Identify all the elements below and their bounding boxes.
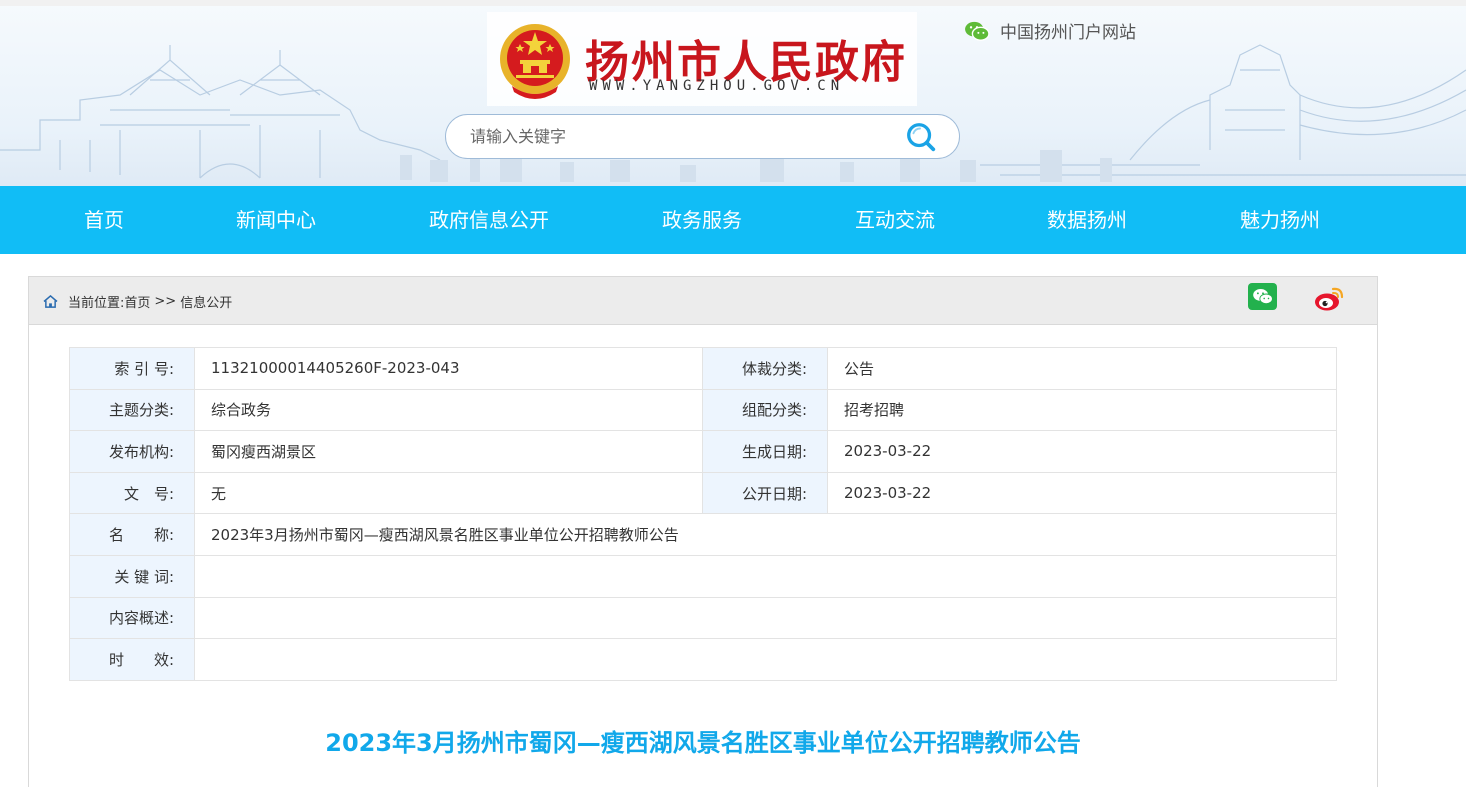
nav-item-interaction[interactable]: 互动交流	[855, 186, 935, 254]
keywords-label: 关 键 词:	[69, 554, 195, 598]
nav-item-charm[interactable]: 魅力扬州	[1240, 186, 1320, 254]
keywords-value	[194, 554, 1337, 598]
search-button[interactable]	[902, 119, 940, 155]
nav-item-data[interactable]: 数据扬州	[1047, 186, 1127, 254]
index-no-label: 索 引 号:	[69, 347, 195, 390]
name-label: 名 称:	[69, 513, 195, 556]
table-row: 文 号: 无 公开日期: 2023-03-22	[69, 471, 1337, 515]
public-date-label: 公开日期:	[702, 471, 828, 515]
portal-link-label[interactable]: 中国扬州门户网站	[1000, 18, 1136, 43]
table-row: 发布机构: 蜀冈瘦西湖景区 生成日期: 2023-03-22	[69, 430, 1337, 473]
topic-value: 综合政务	[194, 388, 703, 432]
table-row: 内容概述:	[69, 596, 1337, 640]
page: 扬州市人民政府 WWW.YANGZHOU.GOV.CN 中国扬州门户网站 请输入…	[0, 0, 1466, 787]
search-icon	[907, 123, 936, 152]
breadcrumb-separator: >>	[154, 293, 177, 309]
doc-no-label: 文 号:	[69, 471, 195, 515]
breadcrumb-bar: 当前位置: 首页 >> 信息公开	[29, 277, 1377, 325]
weibo-share-icon[interactable]	[1314, 283, 1346, 313]
site-header: 扬州市人民政府 WWW.YANGZHOU.GOV.CN 中国扬州门户网站	[0, 0, 1466, 186]
nav-item-news[interactable]: 新闻中心	[236, 186, 316, 254]
table-row: 名 称: 2023年3月扬州市蜀冈—瘦西湖风景名胜区事业单位公开招聘教师公告	[69, 513, 1337, 556]
portal-link[interactable]: 中国扬州门户网站	[964, 18, 1136, 43]
breadcrumb-prefix: 当前位置:	[68, 295, 125, 311]
table-row: 主题分类: 综合政务 组配分类: 招考招聘	[69, 388, 1337, 432]
doc-no-value: 无	[194, 471, 703, 515]
created-date-label: 生成日期:	[702, 430, 828, 473]
table-row: 索 引 号: 11321000014405260F-2023-043 体裁分类:…	[69, 347, 1337, 390]
publisher-value: 蜀冈瘦西湖景区	[194, 430, 703, 473]
search-box	[445, 114, 960, 159]
public-date-value: 2023-03-22	[827, 471, 1337, 515]
table-row: 时 效:	[69, 638, 1337, 681]
summary-value	[194, 596, 1337, 640]
wechat-icon	[965, 21, 990, 41]
assignment-value: 招考招聘	[827, 388, 1337, 432]
name-value: 2023年3月扬州市蜀冈—瘦西湖风景名胜区事业单位公开招聘教师公告	[194, 513, 1337, 556]
validity-value	[194, 638, 1337, 681]
nav-item-gov-service[interactable]: 政务服务	[662, 186, 742, 254]
info-metadata-table: 索 引 号: 11321000014405260F-2023-043 体裁分类:…	[69, 347, 1337, 681]
table-row: 关 键 词:	[69, 554, 1337, 598]
publisher-label: 发布机构:	[69, 430, 195, 473]
wechat-share-icon	[1252, 289, 1273, 305]
genre-label: 体裁分类:	[702, 347, 828, 390]
validity-label: 时 效:	[69, 638, 195, 681]
national-emblem-icon	[500, 24, 570, 99]
home-icon	[43, 294, 58, 308]
article-title: 2023年3月扬州市蜀冈—瘦西湖风景名胜区事业单位公开招聘教师公告	[325, 729, 1081, 757]
content-panel: 当前位置: 首页 >> 信息公开 索 引 号: 1132100001440526…	[28, 276, 1378, 787]
summary-label: 内容概述:	[69, 596, 195, 640]
topic-label: 主题分类:	[69, 388, 195, 432]
breadcrumb: 当前位置: 首页 >> 信息公开	[43, 277, 232, 325]
main-nav: 首页 新闻中心 政府信息公开 政务服务 互动交流 数据扬州 魅力扬州	[0, 186, 1466, 254]
assignment-label: 组配分类:	[702, 388, 828, 432]
site-url: WWW.YANGZHOU.GOV.CN	[589, 78, 845, 94]
index-no-value: 11321000014405260F-2023-043	[194, 347, 703, 390]
nav-item-gov-info[interactable]: 政府信息公开	[429, 186, 549, 254]
share-wechat-button[interactable]	[1248, 283, 1277, 310]
breadcrumb-home-link[interactable]: 首页	[124, 292, 150, 311]
created-date-value: 2023-03-22	[827, 430, 1337, 473]
nav-item-home[interactable]: 首页	[84, 186, 124, 254]
genre-value: 公告	[827, 347, 1337, 390]
search-input[interactable]	[470, 115, 890, 158]
breadcrumb-info-link[interactable]: 信息公开	[180, 292, 232, 311]
